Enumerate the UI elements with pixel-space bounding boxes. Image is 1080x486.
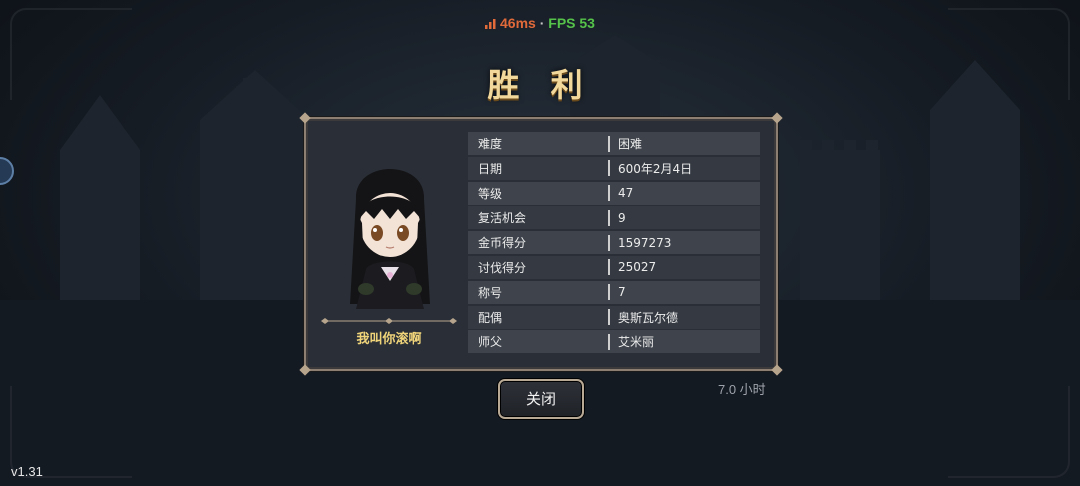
victory-title: 胜 利	[487, 66, 593, 104]
stat-value: 奥斯瓦尔德	[618, 310, 679, 325]
stat-label: 等级	[478, 186, 503, 201]
close-button[interactable]: 关闭	[498, 379, 584, 419]
name-divider	[321, 318, 457, 324]
signal-icon	[485, 19, 496, 29]
stat-value: 9	[618, 210, 626, 225]
stat-row: 难度 困难	[468, 132, 760, 155]
stat-row: 师父 艾米丽	[468, 330, 760, 354]
stat-row: 等级 47	[468, 181, 760, 205]
stat-label: 复活机会	[478, 211, 527, 226]
stat-label: 难度	[478, 137, 503, 151]
stat-value: 25027	[618, 260, 657, 275]
separator: ·	[539, 15, 545, 31]
stat-row: 配偶 奥斯瓦尔德	[468, 305, 760, 329]
version-label: v1.31	[11, 464, 43, 479]
stat-separator	[608, 185, 610, 202]
playtime-label: 7.0 小时	[718, 382, 766, 397]
frame-ornament	[948, 386, 1070, 478]
stat-separator	[608, 209, 610, 226]
stat-row: 讨伐得分 25027	[468, 255, 760, 279]
stat-label: 讨伐得分	[478, 260, 527, 275]
stat-label: 金币得分	[478, 236, 527, 251]
stat-label: 师父	[478, 335, 503, 350]
stat-separator	[608, 259, 610, 276]
fps-value: FPS 53	[548, 15, 595, 31]
stat-value: 7	[618, 285, 626, 300]
network-status: 46ms · FPS 53	[0, 15, 1080, 31]
stat-label: 日期	[478, 161, 503, 176]
character-portrait	[350, 169, 430, 309]
stat-separator	[608, 234, 610, 251]
stat-value: 困难	[618, 137, 643, 151]
stat-row: 金币得分 1597273	[468, 231, 760, 255]
stat-value: 1597273	[618, 235, 672, 250]
stat-separator	[608, 333, 610, 350]
stat-value: 艾米丽	[618, 335, 655, 350]
character-name: 我叫你滚啊	[356, 332, 422, 347]
stat-separator	[608, 284, 610, 301]
stat-separator	[608, 309, 610, 326]
ping-value: 46ms	[500, 15, 536, 31]
stat-label: 称号	[478, 285, 503, 300]
stat-row: 称号 7	[468, 280, 760, 304]
stat-row: 日期 600年2月4日	[468, 156, 760, 180]
stat-separator	[608, 135, 610, 152]
stat-value: 600年2月4日	[618, 161, 693, 176]
stat-value: 47	[618, 186, 634, 201]
stats-table: 难度 困难 日期 600年2月4日 等级 47 复活机会 9 金币得分 1597273 讨…	[468, 132, 760, 355]
stat-label: 配偶	[478, 310, 503, 325]
stat-separator	[608, 160, 610, 177]
result-panel: 我叫你滚啊 难度 困难 日期 600年2月4日 等级 47 复活机会 9 金币得分 159…	[299, 112, 783, 376]
stat-row: 复活机会 9	[468, 206, 760, 230]
